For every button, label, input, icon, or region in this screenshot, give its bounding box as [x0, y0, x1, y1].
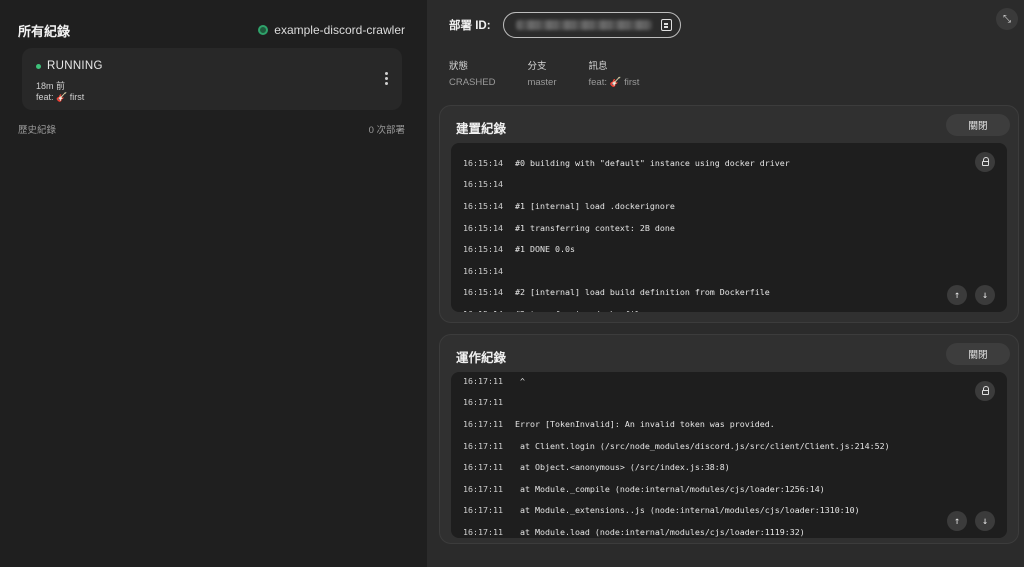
meta-status: 狀態 CRASHED — [449, 58, 495, 88]
lock-icon[interactable] — [975, 152, 995, 172]
deploy-id-field[interactable] — [502, 12, 681, 38]
log-line: 16:15:14 #1 DONE 0.0s — [451, 238, 957, 260]
log-text: #1 DONE 0.0s — [515, 244, 575, 255]
deployment-status-text: RUNNING — [47, 60, 103, 72]
meta-branch-value: master — [527, 77, 557, 88]
deployment-detail: 部署 ID: ⤡ 狀態 CRASHED 分支 master 訊息 feat: 🎸… — [427, 0, 1024, 567]
log-timestamp: 16:17:11 — [463, 526, 503, 537]
log-line: 16:15:14 — [451, 174, 957, 196]
run-log-title: 運作紀錄 — [456, 351, 507, 365]
build-log-lines: 16:15:14 #0 building with "default" insta… — [451, 152, 957, 312]
log-timestamp: 16:17:11 — [463, 375, 503, 386]
history-label: 歷史紀錄 — [18, 125, 57, 136]
deployment-status: RUNNING — [36, 60, 103, 72]
meta-message: 訊息 feat: 🎸 first — [589, 58, 640, 88]
log-line: 16:15:14 #2 transferring dockerfile — [451, 303, 957, 312]
run-log-scroll-controls: ↑ ↓ — [947, 511, 995, 531]
run-log-lines: 16:17:11 ^ 16:17:11 16:17:11 Error [TokenIn… — [451, 372, 957, 538]
log-timestamp: 16:15:14 — [463, 200, 503, 211]
log-text: #1 transferring context: 2B done — [515, 222, 675, 233]
collapse-icon[interactable]: ⤡ — [996, 8, 1018, 30]
project-link[interactable]: example-discord-crawler — [258, 23, 405, 37]
log-line: 16:15:14 #1 transferring context: 2B done — [451, 217, 957, 239]
arrow-up-icon[interactable]: ↑ — [947, 511, 967, 531]
project-name: example-discord-crawler — [274, 23, 405, 37]
log-timestamp: 16:15:14 — [463, 265, 503, 276]
deploy-id-label: 部署 ID: — [449, 20, 491, 32]
log-text: at Module._compile (node:internal/module… — [515, 483, 825, 494]
log-timestamp: 16:15:14 — [463, 157, 503, 168]
log-timestamp: 16:15:14 — [463, 222, 503, 233]
history-row: 歷史紀錄 0 次部署 — [18, 122, 405, 136]
log-text: at Module._extensions..js (node:internal… — [515, 505, 860, 516]
log-line: 16:17:11 — [451, 392, 957, 414]
log-line: 16:17:11 at Module.load (node:internal/m… — [451, 521, 957, 538]
meta-status-label: 狀態 — [449, 61, 469, 72]
status-dot-icon — [36, 63, 41, 69]
deployment-card[interactable]: RUNNING 18m 前 feat: 🎸 first — [22, 48, 402, 110]
log-text: #1 [internal] load .dockerignore — [515, 200, 675, 211]
log-line: 16:15:14 #0 building with "default" insta… — [451, 152, 957, 174]
log-timestamp: 16:17:11 — [463, 505, 503, 516]
build-log-close-button[interactable]: 關閉 — [946, 114, 1010, 136]
log-line: 16:17:11 at Module._extensions..js (node… — [451, 500, 957, 522]
arrow-down-icon[interactable]: ↓ — [975, 285, 995, 305]
project-icon — [258, 25, 269, 35]
deployment-time: 18m 前 — [36, 81, 66, 91]
deployment-meta: 狀態 CRASHED 分支 master 訊息 feat: 🎸 first — [449, 58, 639, 88]
meta-branch: 分支 master — [527, 58, 556, 88]
build-log-panel: 建置紀錄 關閉 16:15:14 #0 building with "defaul… — [439, 105, 1019, 323]
deploy-id-row: 部署 ID: — [449, 12, 681, 38]
log-line: 16:15:14 #2 [internal] load build definit… — [451, 282, 957, 304]
meta-message-value: feat: 🎸 first — [588, 77, 640, 88]
log-text: at Module.load (node:internal/modules/cj… — [515, 526, 805, 537]
sidebar-title: 所有紀錄 — [18, 23, 71, 39]
log-timestamp: 16:17:11 — [463, 397, 503, 408]
deployment-message: feat: 🎸 first — [36, 92, 85, 102]
log-line: 16:15:14 — [451, 260, 957, 282]
meta-status-value: CRASHED — [449, 77, 496, 88]
build-log-output[interactable]: 16:15:14 #0 building with "default" insta… — [451, 143, 1007, 312]
log-text: Error [TokenInvalid]: An invalid token w… — [515, 418, 775, 429]
more-options-icon[interactable] — [385, 72, 388, 85]
clipboard-copy-icon[interactable] — [660, 19, 672, 31]
history-count: 0 次部署 — [368, 125, 405, 136]
arrow-down-icon[interactable]: ↓ — [975, 511, 995, 531]
build-log-title: 建置紀錄 — [456, 122, 507, 136]
log-text: at Object.<anonymous> (/src/index.js:38:… — [515, 462, 730, 473]
log-line: 16:17:11 Error [TokenInvalid]: An invalid… — [451, 413, 957, 435]
meta-branch-label: 分支 — [527, 61, 547, 72]
log-text: ^ — [515, 375, 525, 386]
arrow-up-icon[interactable]: ↑ — [947, 285, 967, 305]
log-timestamp: 16:15:14 — [463, 287, 503, 298]
run-log-panel: 運作紀錄 關閉 16:17:11 ^ 16:17:11 16:17:11 Error … — [439, 334, 1019, 544]
log-timestamp: 16:15:14 — [451, 309, 503, 312]
meta-message-label: 訊息 — [588, 61, 608, 72]
log-line: 16:15:14 #1 [internal] load .dockerignore — [451, 195, 957, 217]
log-timestamp: 16:17:11 — [463, 462, 503, 473]
log-text: #2 transferring dockerfile — [515, 309, 645, 312]
log-line: 16:17:11 ^ — [451, 372, 957, 392]
log-line: 16:17:11 at Client.login (/src/node_modu… — [451, 435, 957, 457]
run-log-close-button[interactable]: 關閉 — [946, 343, 1010, 365]
log-timestamp: 16:15:14 — [463, 244, 503, 255]
lock-icon[interactable] — [975, 381, 995, 401]
build-log-scroll-controls: ↑ ↓ — [947, 285, 995, 305]
log-line: 16:17:11 at Object.<anonymous> (/src/ind… — [451, 456, 957, 478]
deploy-id-redacted — [515, 20, 652, 30]
log-text: at Client.login (/src/node_modules/disco… — [515, 440, 890, 451]
log-timestamp: 16:17:11 — [463, 440, 503, 451]
log-text: #0 building with "default" instance usin… — [515, 157, 790, 168]
deployments-sidebar: 所有紀錄 example-discord-crawler RUNNING 18m… — [0, 0, 427, 567]
sidebar-header: 所有紀錄 example-discord-crawler — [18, 20, 405, 40]
log-timestamp: 16:17:11 — [463, 418, 503, 429]
log-timestamp: 16:15:14 — [463, 179, 503, 190]
log-line: 16:17:11 at Module._compile (node:intern… — [451, 478, 957, 500]
run-log-output[interactable]: 16:17:11 ^ 16:17:11 16:17:11 Error [TokenIn… — [451, 372, 1007, 538]
log-text: #2 [internal] load build definition from… — [515, 287, 770, 298]
log-timestamp: 16:17:11 — [463, 483, 503, 494]
